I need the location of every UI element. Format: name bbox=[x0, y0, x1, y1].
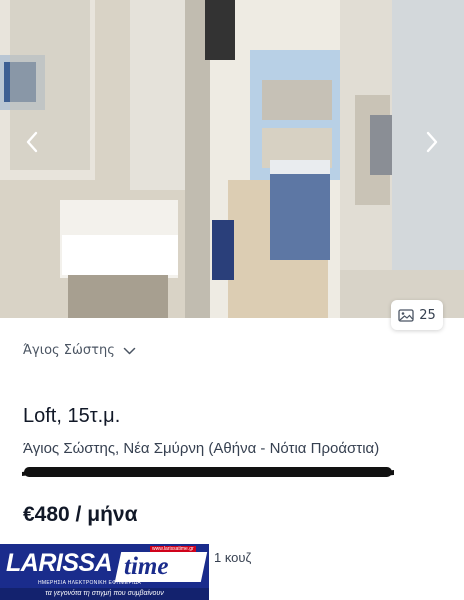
chevron-left-icon bbox=[26, 131, 38, 153]
redacted-text-scribble bbox=[22, 467, 394, 477]
location-dropdown[interactable]: Άγιος Σώστης bbox=[23, 343, 136, 358]
logo-brand-left: LARISSA bbox=[6, 548, 113, 577]
logo-url: www.larissatime.gr bbox=[150, 546, 196, 552]
logo-subtitle: ΗΜΕΡΗΣΙΑ ΗΛΕΚΤΡΟΝΙΚΗ ΕΦΗΜΕΡΙΔΑ bbox=[38, 580, 142, 586]
room-photo-illustration bbox=[0, 0, 464, 318]
logo-slogan: τα γεγονότα τη στιγμή που συμβαίνουν bbox=[0, 588, 209, 600]
logo-brand-right: time bbox=[124, 553, 169, 580]
listing-photo[interactable] bbox=[0, 0, 464, 318]
photo-count-badge[interactable]: 25 bbox=[391, 300, 443, 330]
listing-address: Άγιος Σώστης, Νέα Σμύρνη (Αθήνα - Νότια … bbox=[23, 440, 380, 457]
location-dropdown-label: Άγιος Σώστης bbox=[23, 343, 115, 358]
larissatime-watermark-logo: LARISSA time www.larissatime.gr ΗΜΕΡΗΣΙΑ… bbox=[0, 544, 209, 600]
photo-count-value: 25 bbox=[419, 307, 436, 323]
next-photo-button[interactable] bbox=[418, 128, 446, 156]
chevron-right-icon bbox=[426, 131, 438, 153]
listing-title: Loft, 15τ.μ. bbox=[23, 405, 121, 427]
previous-photo-button[interactable] bbox=[18, 128, 46, 156]
image-icon bbox=[398, 308, 414, 322]
chevron-down-icon bbox=[123, 347, 136, 354]
listing-price: €480 / μήνα bbox=[23, 503, 138, 526]
kitchen-count-label: 1 κουζ bbox=[214, 549, 252, 565]
